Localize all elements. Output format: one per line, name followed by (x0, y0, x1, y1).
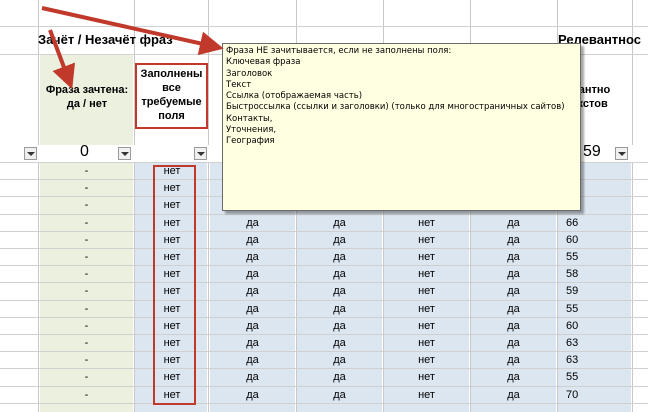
arrow-to-header-icon (48, 29, 76, 90)
annotation-arrows (41, 6, 224, 90)
arrow-to-tooltip-icon (41, 6, 224, 56)
spreadsheet: Зачёт / Незачёт фраз Релевантнос Фраза з… (0, 0, 648, 412)
